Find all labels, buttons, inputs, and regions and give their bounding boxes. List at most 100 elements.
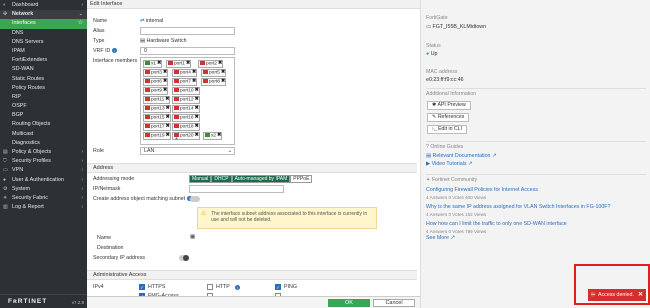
remove-icon[interactable]: ✖ — [186, 61, 190, 66]
role-select[interactable]: LAN ⌄ — [140, 147, 235, 155]
remove-icon[interactable]: ✖ — [221, 70, 225, 75]
member-chip[interactable]: port17✖ — [143, 123, 171, 131]
remove-icon[interactable]: ✖ — [218, 61, 222, 66]
remove-icon[interactable]: ✖ — [221, 79, 225, 84]
remove-icon[interactable]: ✖ — [192, 70, 196, 75]
ipmask-input[interactable] — [189, 185, 284, 193]
sidebar-item-vpn[interactable]: ▭ VPN › — [0, 166, 87, 175]
member-chip[interactable]: port8✖ — [201, 78, 226, 86]
https-checkbox[interactable]: ✓ — [139, 284, 145, 290]
member-chip[interactable]: port6✖ — [143, 78, 168, 86]
star-icon[interactable]: ☆ — [78, 19, 83, 28]
remove-icon[interactable]: ✖ — [195, 133, 199, 138]
sidebar-item-system[interactable]: ⚙ System › — [0, 185, 87, 194]
sidebar-item-sd-wan[interactable]: SD-WAN — [0, 65, 87, 74]
remove-icon[interactable]: ✖ — [166, 133, 170, 138]
sidebar-item-log-report[interactable]: ▥ Log & Report › — [0, 203, 87, 212]
relevant-doc-link[interactable]: ▤ Relevant Documentation ↗ — [426, 153, 496, 159]
add-member-button[interactable]: + — [175, 136, 178, 142]
api-preview-button[interactable]: ✱ API Preview — [427, 101, 471, 110]
member-chip[interactable]: port18✖ — [172, 123, 200, 131]
member-chip[interactable]: port11✖ — [143, 96, 171, 104]
http-checkbox[interactable] — [207, 284, 213, 290]
member-chip[interactable]: port10✖ — [172, 87, 200, 95]
address-section-header: Address — [87, 163, 417, 173]
see-more-link[interactable]: See More ↗ — [426, 235, 455, 241]
community-article-link[interactable]: Why is the same IP address assigned for … — [426, 204, 611, 210]
member-chip[interactable]: port12✖ — [172, 96, 200, 104]
references-button[interactable]: ✎ References — [427, 113, 470, 122]
sidebar-item-user-auth[interactable]: ● User & Authentication › — [0, 176, 87, 185]
member-chip[interactable]: port3✖ — [143, 69, 168, 77]
sidebar-item-security-profiles[interactable]: ⛉ Security Profiles › — [0, 157, 87, 166]
edit-cli-button[interactable]: ›_ Edit in CLI — [427, 125, 468, 134]
member-chip[interactable]: port7✖ — [172, 78, 197, 86]
warning-message: ⚠ The interface subnet address associate… — [197, 207, 377, 229]
member-chip[interactable]: port13✖ — [143, 105, 171, 113]
sidebar-item-diagnostics[interactable]: Diagnostics — [0, 139, 87, 148]
sidebar-item-dns[interactable]: DNS — [0, 29, 87, 38]
remove-icon[interactable]: ✖ — [157, 61, 161, 66]
remove-icon[interactable]: ✖ — [195, 124, 199, 129]
member-chip[interactable]: port9✖ — [143, 87, 168, 95]
member-chip[interactable]: port5✖ — [201, 69, 226, 77]
sidebar-item-security-fabric[interactable]: ✳ Security Fabric › — [0, 194, 87, 203]
sidebar-item-ospf[interactable]: OSPF — [0, 102, 87, 111]
member-chip[interactable]: port14✖ — [172, 105, 200, 113]
sidebar-item-multicast[interactable]: Multicast — [0, 130, 87, 139]
close-icon[interactable]: ✕ — [638, 289, 643, 301]
remove-icon[interactable]: ✖ — [163, 79, 167, 84]
sidebar-item-ipam[interactable]: IPAM — [0, 47, 87, 56]
remove-icon[interactable]: ✖ — [163, 70, 167, 75]
remove-icon[interactable]: ✖ — [192, 79, 196, 84]
remove-icon[interactable]: ✖ — [217, 133, 221, 138]
sidebar-item-interfaces[interactable]: Interfaces ☆ — [0, 19, 87, 29]
mode-manual[interactable]: Manual — [189, 175, 212, 183]
remove-icon[interactable]: ✖ — [166, 124, 170, 129]
sidebar-item-rip[interactable]: RIP — [0, 93, 87, 102]
edit-interface-panel: Edit Interface Name ⇌ internal Alias Typ… — [87, 0, 420, 308]
ping-checkbox[interactable]: ✓ — [275, 284, 281, 290]
video-tutorials-link[interactable]: ▶ Video Tutorials ↗ — [426, 161, 472, 167]
mode-dhcp[interactable]: DHCP — [211, 175, 232, 183]
member-chip[interactable]: port2✖ — [198, 60, 223, 68]
mode-ipam[interactable]: Auto-managed by IPAM — [231, 175, 291, 183]
member-chip[interactable]: port4✖ — [172, 69, 197, 77]
sidebar-item-routing-objects[interactable]: Routing Objects — [0, 120, 87, 129]
info-icon[interactable]: i — [235, 285, 240, 290]
sidebar-item-dashboard[interactable]: ◐ Dashboard › — [0, 1, 87, 10]
sidebar-item-bgp[interactable]: BGP — [0, 111, 87, 120]
interface-members-box[interactable]: x1✖ port1✖ port2✖ port3✖ port4✖ port5✖ p… — [140, 57, 235, 145]
remove-icon[interactable]: ✖ — [195, 106, 199, 111]
member-chip[interactable]: x2✖ — [203, 132, 223, 140]
remove-icon[interactable]: ✖ — [195, 88, 199, 93]
remove-icon[interactable]: ✖ — [163, 88, 167, 93]
sidebar-item-policy-routes[interactable]: Policy Routes — [0, 84, 87, 93]
member-chip[interactable]: port1✖ — [166, 60, 191, 68]
alias-input[interactable] — [140, 27, 235, 35]
create-address-toggle[interactable] — [190, 196, 200, 202]
cancel-button[interactable]: Cancel — [373, 299, 415, 307]
info-icon[interactable]: i — [112, 48, 118, 54]
secondary-ip-toggle[interactable] — [179, 255, 189, 261]
mode-pppoe[interactable]: PPPoE — [290, 175, 313, 183]
remove-icon[interactable]: ✖ — [166, 115, 170, 120]
remove-icon[interactable]: ✖ — [166, 106, 170, 111]
remove-icon[interactable]: ✖ — [165, 97, 169, 102]
remove-icon[interactable]: ✖ — [195, 97, 199, 102]
community-article-link[interactable]: How how can I limit the traffic to only … — [426, 221, 567, 227]
chevron-right-icon: › — [81, 185, 83, 192]
member-chip[interactable]: port19✖ — [143, 132, 171, 140]
ok-button[interactable]: OK — [328, 299, 370, 307]
sidebar-item-static-routes[interactable]: Static Routes — [0, 75, 87, 84]
vrf-input[interactable]: 0 — [140, 47, 235, 55]
sidebar-item-fortiextenders[interactable]: FortiExtenders — [0, 56, 87, 65]
sidebar-item-dns-servers[interactable]: DNS Servers — [0, 38, 87, 47]
member-chip[interactable]: port15✖ — [143, 114, 171, 122]
sidebar-item-network[interactable]: ✣ Network ⌄ — [0, 10, 87, 20]
sidebar-item-policy-objects[interactable]: ▤ Policy & Objects › — [0, 148, 87, 157]
member-chip[interactable]: port16✖ — [172, 114, 200, 122]
remove-icon[interactable]: ✖ — [195, 115, 199, 120]
community-article-link[interactable]: Configuring Firewall Policies for Intern… — [426, 187, 538, 193]
member-chip[interactable]: x1✖ — [143, 60, 163, 68]
